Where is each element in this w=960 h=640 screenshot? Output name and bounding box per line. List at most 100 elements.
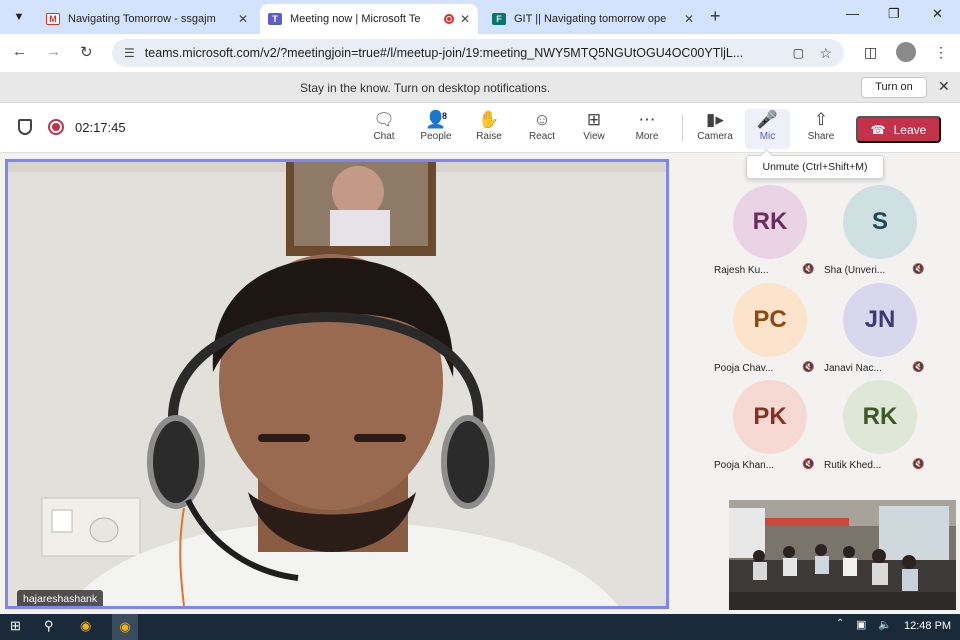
close-window-icon[interactable]: ✕ <box>932 6 943 22</box>
participant-name: Janavi Nac... <box>824 363 882 374</box>
phone-hangup-icon: ☎ <box>870 122 886 137</box>
browser-toolbar: ← → ↻ ☰ teams.microsoft.com/v2/?meetingj… <box>0 34 960 72</box>
participant-tile[interactable]: JN Janavi Nac... 🔇 <box>824 283 928 379</box>
teams-icon: T <box>268 13 282 25</box>
toolbar-divider <box>682 115 683 141</box>
volume-icon[interactable]: 🔈 <box>878 618 892 631</box>
react-button[interactable]: ☺ React <box>518 109 566 149</box>
notification-bar: Stay in the know. Turn on desktop notifi… <box>0 72 960 103</box>
classroom-video-feed <box>729 500 956 610</box>
mic-muted-icon: 🔇 <box>802 362 815 373</box>
control-label: Mic <box>759 131 776 142</box>
view-icon: ⊞ <box>586 110 602 129</box>
mic-muted-icon: 🔇 <box>802 459 815 470</box>
address-bar[interactable]: ☰ teams.microsoft.com/v2/?meetingjoin=tr… <box>112 39 844 67</box>
close-tab-icon[interactable]: ✕ <box>238 12 248 26</box>
shield-icon[interactable] <box>18 119 32 135</box>
browser-tab-strip: ▼ M Navigating Tomorrow - ssgajm ✕ T Mee… <box>0 0 960 34</box>
camera-in-use-icon[interactable]: ▢ <box>793 46 804 60</box>
tab-search-dropdown-icon[interactable]: ▼ <box>8 7 30 27</box>
react-icon: ☺ <box>533 110 551 129</box>
site-info-icon[interactable]: ☰ <box>124 46 135 60</box>
participant-name: Rajesh Ku... <box>714 265 769 276</box>
chat-button[interactable]: 🗨 Chat <box>360 109 408 149</box>
system-clock[interactable]: 12:48 PM <box>904 620 951 632</box>
mic-muted-icon: 🔇 <box>912 459 925 470</box>
mic-muted-icon: 🔇 <box>912 264 925 275</box>
profile-avatar[interactable] <box>896 42 916 62</box>
leave-label: Leave <box>893 122 927 137</box>
participant-name: Rutik Khed... <box>824 460 882 471</box>
participant-video-feed <box>8 162 666 606</box>
close-tab-icon[interactable]: ✕ <box>684 12 694 26</box>
people-button[interactable]: 👤 8 People <box>412 109 460 149</box>
people-count: 8 <box>442 111 448 121</box>
gmail-icon: M <box>46 13 60 25</box>
control-label: Chat <box>373 131 395 142</box>
mic-muted-icon: 🔇 <box>802 264 815 275</box>
view-button[interactable]: ⊞ View <box>570 109 618 149</box>
notification-message: Stay in the know. Turn on desktop notifi… <box>300 81 551 95</box>
mic-button[interactable]: 🎤 Mic <box>745 109 790 149</box>
restore-icon[interactable]: ❐ <box>888 6 900 22</box>
tray-chevron-icon[interactable]: ⌃ <box>836 618 844 629</box>
camera-button[interactable]: ▮▸ Camera <box>691 109 739 149</box>
turn-on-notifications-button[interactable]: Turn on <box>861 77 927 98</box>
windows-taskbar: ⊞ ⚲ ◉ ◉ ⌃ ▣ 🔈 12:48 PM <box>0 614 960 640</box>
participant-tile[interactable]: S Sha (Unveri... 🔇 <box>824 185 928 281</box>
meeting-controls-bar: 02:17:45 🗨 Chat 👤 8 People ✋ Raise ☺ Rea… <box>0 103 960 153</box>
participant-name: Pooja Chav... <box>714 363 774 374</box>
participant-tile[interactable]: RK Rajesh Ku... 🔇 <box>714 185 818 281</box>
control-label: People <box>420 131 452 142</box>
search-icon[interactable]: ⚲ <box>44 618 54 634</box>
avatar: S <box>843 185 917 259</box>
side-panel-icon[interactable]: ◫ <box>864 44 877 61</box>
video-participant-name: hajareshashank <box>17 590 104 606</box>
tab-forms[interactable]: F GIT || Navigating tomorrow ope ✕ <box>484 4 702 34</box>
participant-name: Sha (Unveri... <box>824 265 886 276</box>
back-icon[interactable]: ← <box>12 43 27 60</box>
avatar: RK <box>843 380 917 454</box>
mic-tooltip: Unmute (Ctrl+Shift+M) <box>746 155 884 179</box>
share-icon: ⇧ <box>813 110 829 129</box>
avatar: PC <box>733 283 807 357</box>
browser-menu-icon[interactable]: ⋮ <box>934 44 948 61</box>
control-label: Share <box>807 131 835 142</box>
people-icon: 👤 <box>425 110 447 129</box>
windows-start-icon[interactable]: ⊞ <box>10 618 21 634</box>
url-text[interactable]: teams.microsoft.com/v2/?meetingjoin=true… <box>145 46 785 60</box>
self-video-preview[interactable] <box>729 500 956 610</box>
participant-tile[interactable]: RK Rutik Khed... 🔇 <box>824 380 928 476</box>
close-notification-icon[interactable]: ✕ <box>938 78 950 95</box>
more-icon: ⋯ <box>638 110 656 129</box>
share-button[interactable]: ⇧ Share <box>797 109 845 149</box>
mic-off-icon: 🎤 <box>756 110 779 129</box>
participant-tile[interactable]: PC Pooja Chav... 🔇 <box>714 283 818 379</box>
control-label: React <box>528 131 556 142</box>
raise-hand-button[interactable]: ✋ Raise <box>465 109 513 149</box>
control-label: Raise <box>476 131 502 142</box>
tab-teams-meeting[interactable]: T Meeting now | Microsoft Te ✕ <box>260 4 478 34</box>
forward-icon[interactable]: → <box>46 43 61 60</box>
main-video-tile[interactable]: hajareshashank <box>5 159 669 609</box>
camera-icon: ▮▸ <box>706 110 724 129</box>
participant-tile[interactable]: PK Pooja Khan... 🔇 <box>714 380 818 476</box>
bookmark-star-icon[interactable]: ☆ <box>819 45 832 62</box>
recording-indicator-icon <box>443 14 454 24</box>
control-label: Camera <box>697 131 733 142</box>
avatar: RK <box>733 185 807 259</box>
chrome-icon[interactable]: ◉ <box>80 618 91 634</box>
tab-title: Meeting now | Microsoft Te <box>290 13 421 25</box>
more-button[interactable]: ⋯ More <box>623 109 671 149</box>
tab-gmail[interactable]: M Navigating Tomorrow - ssgajm ✕ <box>38 4 256 34</box>
control-label: More <box>635 131 659 142</box>
mic-muted-icon: 🔇 <box>912 362 925 373</box>
chrome-active-icon[interactable]: ◉ <box>112 614 138 640</box>
network-icon[interactable]: ▣ <box>856 618 866 631</box>
reload-icon[interactable]: ↻ <box>80 43 93 61</box>
participant-name: Pooja Khan... <box>714 460 775 471</box>
leave-button[interactable]: ☎ Leave <box>856 116 941 143</box>
new-tab-icon[interactable]: + <box>710 6 721 27</box>
minimize-icon[interactable]: — <box>846 6 859 21</box>
close-tab-icon[interactable]: ✕ <box>460 12 470 26</box>
